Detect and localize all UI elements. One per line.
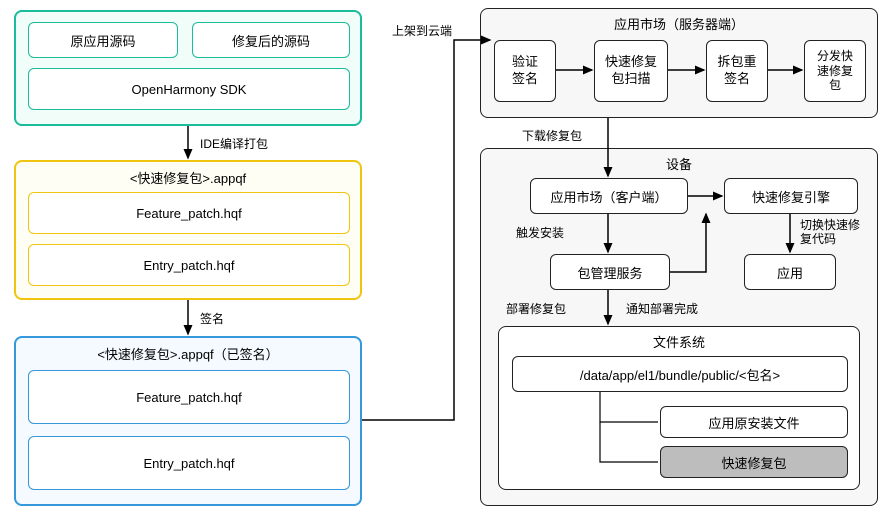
- verify-sig-label: 验证 签名: [512, 54, 538, 88]
- device-title: 设备: [480, 154, 878, 173]
- switch-code-label: 切换快速修 复代码: [800, 218, 860, 247]
- market-client-label: 应用市场（客户端）: [550, 187, 667, 206]
- appqf-entry-box: Entry_patch.hqf: [28, 244, 350, 286]
- fs-orig-label: 应用原安装文件: [708, 413, 799, 432]
- appqf-entry-label: Entry_patch.hqf: [143, 258, 234, 273]
- verify-sig-box: 验证 签名: [494, 40, 556, 102]
- pkg-service-box: 包管理服务: [550, 254, 670, 290]
- appqf-feature-box: Feature_patch.hqf: [28, 192, 350, 234]
- resign-label: 拆包重 签名: [717, 54, 756, 88]
- trigger-install-label: 触发安装: [516, 224, 564, 241]
- fs-path-box: /data/app/el1/bundle/public/<包名>: [512, 356, 848, 392]
- fs-qf-box: 快速修复包: [660, 446, 848, 478]
- app-box: 应用: [744, 254, 836, 290]
- signed-entry-label: Entry_patch.hqf: [143, 456, 234, 471]
- distribute-box: 分发快 速修复 包: [804, 40, 866, 102]
- fs-qf-label: 快速修复包: [721, 453, 786, 472]
- upload-label: 上架到云端: [392, 22, 452, 39]
- download-label: 下载修复包: [522, 127, 582, 144]
- app-label: 应用: [777, 263, 803, 282]
- server-title: 应用市场（服务器端）: [480, 14, 878, 33]
- fixed-source-box: 修复后的源码: [192, 22, 350, 58]
- sign-label: 签名: [200, 310, 224, 327]
- qf-engine-label: 快速修复引擎: [752, 187, 830, 206]
- sdk-label: OpenHarmony SDK: [132, 82, 247, 97]
- orig-source-box: 原应用源码: [28, 22, 178, 58]
- ide-compile-label: IDE编译打包: [200, 135, 268, 152]
- market-client-box: 应用市场（客户端）: [530, 178, 688, 214]
- signed-title: <快速修复包>.appqf（已签名）: [14, 344, 362, 363]
- fs-path-label: /data/app/el1/bundle/public/<包名>: [580, 365, 780, 384]
- pkg-service-label: 包管理服务: [577, 263, 642, 282]
- fixed-source-label: 修复后的源码: [232, 31, 310, 50]
- signed-entry-box: Entry_patch.hqf: [28, 436, 350, 490]
- notify-label: 通知部署完成: [626, 300, 698, 317]
- deploy-label: 部署修复包: [506, 300, 566, 317]
- fs-orig-box: 应用原安装文件: [660, 406, 848, 438]
- orig-source-label: 原应用源码: [70, 31, 135, 50]
- sdk-box: OpenHarmony SDK: [28, 68, 350, 110]
- qf-engine-box: 快速修复引擎: [724, 178, 858, 214]
- signed-feature-box: Feature_patch.hqf: [28, 370, 350, 424]
- scan-label: 快速修复 包扫描: [605, 54, 657, 88]
- resign-box: 拆包重 签名: [706, 40, 768, 102]
- distribute-label: 分发快 速修复 包: [817, 49, 853, 92]
- signed-feature-label: Feature_patch.hqf: [136, 390, 242, 405]
- scan-box: 快速修复 包扫描: [594, 40, 668, 102]
- appqf-title: <快速修复包>.appqf: [14, 168, 362, 187]
- fs-title: 文件系统: [498, 332, 860, 351]
- appqf-feature-label: Feature_patch.hqf: [136, 206, 242, 221]
